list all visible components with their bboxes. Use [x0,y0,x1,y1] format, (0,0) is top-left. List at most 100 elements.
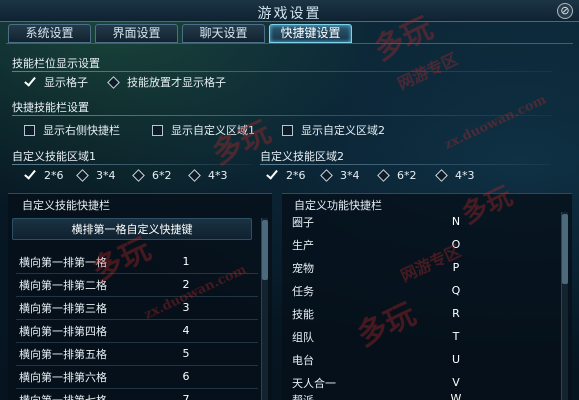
section-divider [12,164,252,165]
radio-area2-2x6[interactable]: 2*6 [266,167,306,183]
hotkey-value[interactable]: 6 [168,370,204,383]
table-row[interactable]: 任务 Q [282,279,562,302]
scroll-thumb[interactable] [262,220,268,280]
diamond-radio-icon [132,168,145,182]
table-row[interactable]: 横向第一排第四格 4 [8,319,258,342]
left-list-scrollbar[interactable] [261,218,268,400]
close-icon[interactable]: ⊘ [557,3,573,19]
row-label: 横向第一排第一格 [19,255,107,269]
radio-show-slots-on-place[interactable]: 技能放置才显示格子 [107,74,226,90]
table-row[interactable]: 横向第一排第一格 1 [8,250,258,273]
row-label: 横向第一排第六格 [19,370,107,384]
hotkey-value[interactable]: N [438,215,474,228]
hotkey-value[interactable]: W [438,392,474,400]
custom-function-bar-panel: 自定义功能快捷栏 圈子 N 生产 O 宠物 P 任务 Q 技能 R 组队 T 电… [282,193,572,400]
tab-hotkeys[interactable]: 快捷键设置 [269,24,352,43]
option-label: 显示右侧快捷栏 [43,124,120,137]
tab-chat[interactable]: 聊天设置 [182,24,265,43]
checkbox-show-right-bar[interactable]: 显示右侧快捷栏 [24,122,120,138]
diamond-radio-icon [107,75,120,89]
checkbox-icon [282,124,293,136]
hotkey-value[interactable]: 2 [168,278,204,291]
row-label: 宠物 [292,261,314,275]
scroll-thumb[interactable] [562,214,568,284]
custom-skill-bar-subheader[interactable]: 横排第一格自定义快捷键 [12,218,252,240]
checkbox-icon [152,124,163,136]
tab-interface[interactable]: 界面设置 [95,24,178,43]
radio-area1-2x6[interactable]: 2*6 [24,167,64,183]
table-row[interactable]: 横向第一排第三格 3 [8,296,258,319]
checkbox-icon [24,124,35,136]
radio-area2-4x3[interactable]: 4*3 [435,167,475,183]
row-label: 电台 [292,353,314,367]
table-row[interactable]: 横向第一排第五格 5 [8,342,258,365]
custom-skill-bar-panel: 自定义技能快捷栏 横排第一格自定义快捷键 横向第一排第一格 1 横向第一排第二格… [8,193,272,400]
checkmark-icon [266,169,278,181]
table-row[interactable]: 宠物 P [282,256,562,279]
option-label: 显示格子 [44,76,88,89]
hotkey-value[interactable]: 7 [168,393,204,400]
diamond-radio-icon [320,168,333,182]
custom-area-1-title: 自定义技能区域1 [12,150,96,163]
custom-area-2-title: 自定义技能区域2 [260,150,344,163]
table-row[interactable]: 帮派 W [282,392,562,400]
radio-area1-4x3[interactable]: 4*3 [188,167,228,183]
checkbox-show-custom-area-1[interactable]: 显示自定义区域1 [152,122,255,138]
option-label: 显示自定义区域2 [301,124,385,137]
row-label: 任务 [292,284,314,298]
hotkey-value[interactable]: R [438,307,474,320]
hotkey-value[interactable]: U [438,353,474,366]
hotkey-value[interactable]: T [438,330,474,343]
table-row[interactable]: 横向第一排第六格 6 [8,365,258,388]
row-label: 技能 [292,307,314,321]
hotkey-value[interactable]: Q [438,284,474,297]
option-label: 4*3 [455,168,475,182]
option-label: 3*4 [340,168,360,182]
option-label: 显示自定义区域1 [171,124,255,137]
table-row[interactable]: 天人合一 V [282,371,562,394]
row-label: 横向第一排第三格 [19,301,107,315]
radio-area1-3x4[interactable]: 3*4 [76,167,116,183]
table-row[interactable]: 生产 O [282,233,562,256]
radio-area2-6x2[interactable]: 6*2 [377,167,417,183]
radio-area1-6x2[interactable]: 6*2 [132,167,172,183]
option-label: 3*4 [96,168,116,182]
table-row[interactable]: 圈子 N [282,210,562,233]
quickbar-settings-title: 快捷技能栏设置 [12,101,89,114]
window-title: 游戏设置 [257,6,322,22]
checkbox-show-custom-area-2[interactable]: 显示自定义区域2 [282,122,385,138]
hotkey-value[interactable]: 3 [168,301,204,314]
radio-area2-3x4[interactable]: 3*4 [320,167,360,183]
option-label: 6*2 [152,168,172,182]
tab-system[interactable]: 系统设置 [8,24,91,43]
right-list-scrollbar[interactable] [561,212,568,400]
row-label: 横向第一排第四格 [19,324,107,338]
hotkey-value[interactable]: V [438,376,474,389]
table-row[interactable]: 技能 R [282,302,562,325]
table-row[interactable]: 组队 T [282,325,562,348]
table-row[interactable]: 横向第一排第二格 2 [8,273,258,296]
hotkey-value[interactable]: 1 [168,255,204,268]
hotkey-value[interactable]: 5 [168,347,204,360]
radio-show-slots[interactable]: 显示格子 [24,74,88,90]
row-label: 横向第一排第五格 [19,347,107,361]
diamond-radio-icon [377,168,390,182]
table-row[interactable]: 横向第一排第七格 7 [8,388,258,400]
hotkey-value[interactable]: 4 [168,324,204,337]
hotkey-value[interactable]: O [438,238,474,251]
option-label: 2*6 [286,168,306,182]
section-divider [12,71,552,72]
option-label: 2*6 [44,168,64,182]
row-label: 横向第一排第七格 [19,393,107,400]
row-label: 生产 [292,238,314,252]
diamond-radio-icon [76,168,89,182]
hotkey-value[interactable]: P [438,261,474,274]
row-label: 天人合一 [292,376,336,390]
checkmark-icon [24,76,36,88]
table-row[interactable]: 电台 U [282,348,562,371]
row-label: 组队 [292,330,314,344]
tab-divider [6,43,573,44]
row-label: 圈子 [292,215,314,229]
diamond-radio-icon [188,168,201,182]
section-divider [12,115,552,116]
